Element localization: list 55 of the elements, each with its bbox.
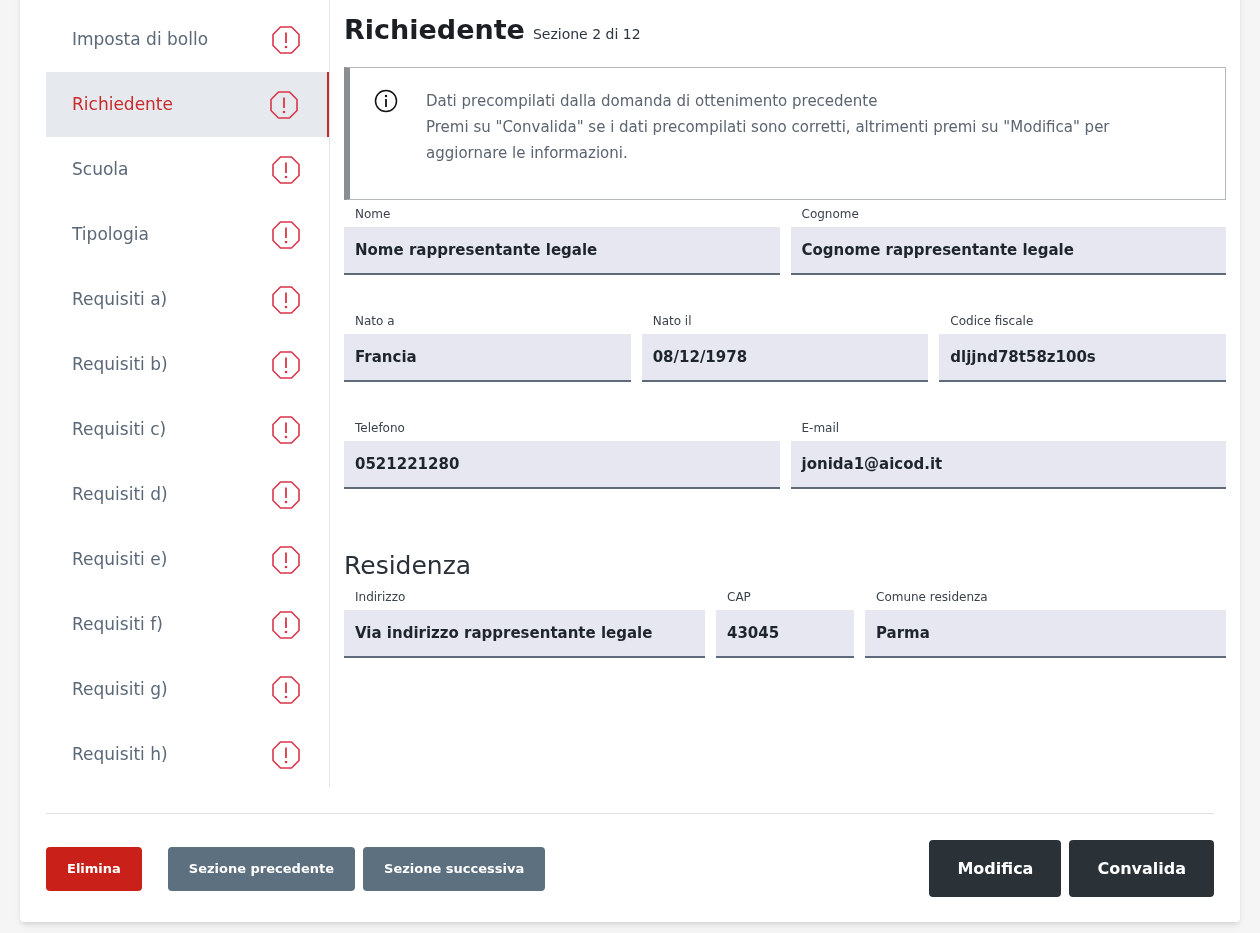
field-label: CAP [726, 588, 752, 606]
field-label: Telefono [354, 419, 406, 437]
warning-icon [271, 609, 301, 640]
input-field[interactable]: Nome rappresentante legale [344, 227, 780, 275]
warning-icon [271, 24, 301, 55]
input-field[interactable]: Parma [865, 610, 1226, 658]
sidebar-item[interactable]: Scuola [46, 137, 329, 202]
field-label: Nato a [354, 312, 396, 330]
input-field[interactable]: 43045 [716, 610, 854, 658]
field-label: Indirizzo [354, 588, 407, 606]
sidebar-item[interactable]: Requisiti e) [46, 527, 329, 592]
field-label: Cognome [800, 205, 860, 223]
warning-icon [269, 89, 299, 120]
action-button[interactable]: Elimina [46, 846, 142, 891]
field-label: Codice fiscale [949, 312, 1035, 330]
action-button[interactable]: Sezione precedente [167, 846, 356, 891]
input-field[interactable]: Francia [344, 334, 631, 382]
action-button[interactable]: Modifica [929, 840, 1062, 897]
field-label: Comune residenza [875, 588, 989, 606]
warning-icon [271, 154, 301, 185]
sidebar-item[interactable]: Requisiti a) [46, 267, 329, 332]
section-heading: Residenza [344, 550, 473, 582]
field-label: Nato il [651, 312, 693, 330]
warning-icon [271, 349, 301, 380]
sidebar-item[interactable]: Richiedente [46, 72, 329, 137]
warning-icon [271, 544, 301, 575]
action-button[interactable]: Convalida [1069, 840, 1214, 897]
sidebar-item[interactable]: Tipologia [46, 202, 329, 267]
sidebar-item[interactable]: Requisiti c) [46, 397, 329, 462]
input-field[interactable]: Cognome rappresentante legale [790, 227, 1226, 275]
warning-icon [271, 219, 301, 250]
input-field[interactable]: Via indirizzo rappresentante legale [344, 610, 705, 658]
section-title: Richiedente [344, 13, 525, 47]
sidebar-item[interactable]: Imposta di bollo [46, 7, 329, 72]
warning-icon [271, 414, 301, 445]
sidebar-item[interactable]: Requisiti d) [46, 462, 329, 527]
field-label: Nome [354, 205, 392, 223]
input-field[interactable]: dljjnd78t58z100s [939, 334, 1226, 382]
warning-icon [271, 674, 301, 705]
warning-icon [271, 479, 301, 510]
field-label: E-mail [800, 419, 841, 437]
sidebar-item[interactable]: Requisiti b) [46, 332, 329, 397]
notice-title: Dati precompilati dalla domanda di ottenimento precedente [426, 91, 879, 112]
sidebar-item[interactable]: Requisiti h) [46, 722, 329, 787]
action-button[interactable]: Sezione successiva [363, 846, 546, 891]
notice-text: Premi su "Convalida" se i dati precompilati sono corretti, altrimenti premi su "Modifica" per aggiornare le informazioni. [426, 117, 1111, 164]
sidebar-item[interactable]: Requisiti f) [46, 592, 329, 657]
input-field[interactable]: jonida1@aicod.it [790, 441, 1226, 489]
input-field[interactable]: 0521221280 [344, 441, 780, 489]
warning-icon [271, 284, 301, 315]
sidebar-item[interactable]: Requisiti g) [46, 657, 329, 722]
section-subtitle: Sezione 2 di 12 [532, 25, 641, 44]
info-icon [374, 89, 398, 113]
input-field[interactable]: 08/12/1978 [641, 334, 929, 382]
warning-icon [271, 739, 301, 770]
